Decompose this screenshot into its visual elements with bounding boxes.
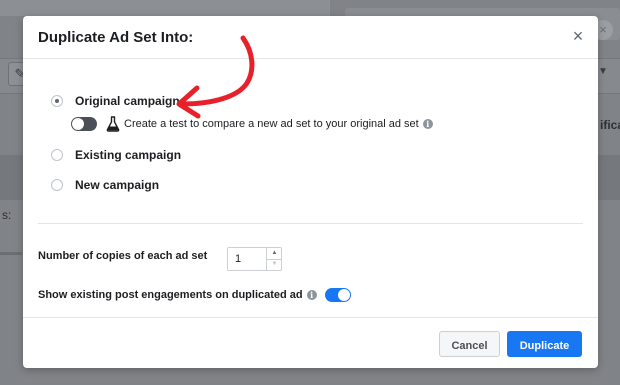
flask-icon [106,116,120,132]
post-engagements-row: Show existing post engagements on duplic… [38,286,351,304]
chevron-down-icon: ▼ [598,66,608,77]
stepper-buttons: ▲ ▼ [266,248,282,270]
copies-stepper[interactable]: ▲ ▼ [227,247,282,271]
radio-button[interactable] [51,179,63,191]
radio-existing-campaign[interactable]: Existing campaign [51,146,181,164]
duplicate-ad-set-dialog: Duplicate Ad Set Into: × Original campai… [23,16,598,368]
background-text: s: [2,208,12,222]
decrement-icon[interactable]: ▼ [267,259,282,270]
section-divider [38,223,583,224]
create-test-row: Create a test to compare a new ad set to… [71,115,433,133]
info-icon[interactable]: i [306,290,317,300]
radio-label: Original campaign [75,94,180,108]
copies-label: Number of copies of each ad set [38,250,208,262]
dialog-footer: Cancel Duplicate [23,317,598,369]
copies-input[interactable] [228,248,266,270]
radio-button[interactable] [51,149,63,161]
create-test-toggle[interactable] [71,117,97,131]
dialog-title: Duplicate Ad Set Into: [38,29,194,46]
dialog-header: Duplicate Ad Set Into: × [23,16,598,59]
radio-new-campaign[interactable]: New campaign [51,176,159,194]
radio-label: New campaign [75,178,160,192]
create-test-text: Create a test to compare a new ad set to… [124,118,419,130]
radio-button[interactable] [51,95,63,107]
info-icon[interactable]: i [422,119,433,129]
post-engagements-toggle[interactable] [324,288,351,302]
cancel-button[interactable]: Cancel [439,331,500,357]
radio-label: Existing campaign [75,148,182,162]
duplicate-button[interactable]: Duplicate [507,331,582,357]
radio-original-campaign[interactable]: Original campaign [51,92,180,110]
background-divider [0,252,22,255]
background-text: ifica [600,118,620,132]
post-engagements-label: Show existing post engagements on duplic… [38,289,303,301]
background-panel [0,0,330,16]
close-icon[interactable]: × [569,27,587,45]
